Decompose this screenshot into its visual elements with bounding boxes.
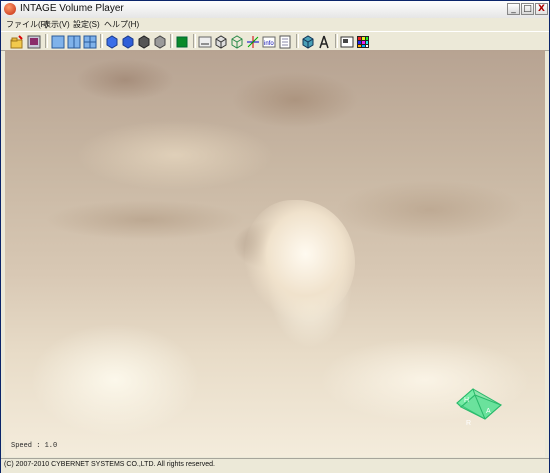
open-folder-icon[interactable] bbox=[10, 34, 24, 49]
cube-view-icon[interactable] bbox=[214, 34, 228, 49]
menu-bar: ファイル(F) 表示(V) 設定(S) ヘルプ(H) bbox=[1, 18, 549, 31]
close-button[interactable]: X bbox=[535, 3, 548, 15]
orientation-cube-icon[interactable] bbox=[301, 34, 315, 49]
window-title: INTAGE Volume Player bbox=[20, 3, 124, 14]
quad-view-icon[interactable] bbox=[83, 34, 97, 49]
menu-view[interactable]: 表示(V) bbox=[43, 18, 70, 31]
mip-render-icon[interactable] bbox=[137, 34, 151, 49]
toolbar: info bbox=[1, 31, 549, 51]
copyright-text: (C) 2007-2010 CYBERNET SYSTEMS CO.,LTD. … bbox=[4, 461, 215, 468]
minimize-button[interactable]: _ bbox=[507, 3, 520, 15]
tissue-lumen-center bbox=[245, 200, 355, 320]
title-bar: INTAGE Volume Player _ □ X bbox=[1, 1, 549, 19]
color-map-icon[interactable] bbox=[175, 34, 189, 48]
volume-render-icon[interactable] bbox=[105, 34, 119, 49]
app-logo-icon bbox=[4, 3, 16, 15]
maximize-button[interactable]: □ bbox=[521, 3, 534, 15]
menu-settings[interactable]: 設定(S) bbox=[73, 18, 100, 31]
info-icon[interactable]: info bbox=[262, 34, 276, 48]
orientation-label-r: R bbox=[466, 420, 471, 427]
app-window: INTAGE Volume Player _ □ X ファイル(F) 表示(V)… bbox=[0, 0, 550, 473]
orientation-label-h: H bbox=[464, 397, 469, 404]
svg-text:info: info bbox=[264, 41, 274, 47]
tissue-fold-left bbox=[45, 200, 245, 240]
navigation-icon[interactable] bbox=[317, 34, 331, 49]
menu-file[interactable]: ファイル(F) bbox=[6, 18, 48, 31]
menu-help[interactable]: ヘルプ(H) bbox=[104, 18, 139, 31]
volume-render-viewport[interactable]: Speed : 1.0 H A R bbox=[5, 50, 545, 457]
minip-render-icon[interactable] bbox=[153, 34, 167, 49]
tissue-fold-right bbox=[335, 180, 525, 240]
surface-render-icon[interactable] bbox=[121, 34, 135, 49]
axes-icon[interactable] bbox=[246, 34, 260, 48]
screenshot-icon[interactable] bbox=[340, 34, 354, 48]
save-image-icon[interactable] bbox=[27, 34, 41, 49]
dual-view-icon[interactable] bbox=[67, 34, 81, 49]
single-view-icon[interactable] bbox=[51, 34, 65, 49]
wireframe-cube-icon[interactable] bbox=[230, 34, 244, 49]
notes-icon[interactable] bbox=[278, 34, 292, 49]
speed-label: Speed : 1.0 bbox=[11, 442, 58, 450]
palette-grid-icon[interactable] bbox=[356, 34, 370, 48]
scale-icon[interactable] bbox=[198, 34, 212, 48]
orientation-label-a: A bbox=[486, 408, 491, 415]
orientation-cube[interactable]: H A R bbox=[455, 385, 503, 427]
status-bar: (C) 2007-2010 CYBERNET SYSTEMS CO.,LTD. … bbox=[1, 458, 549, 473]
